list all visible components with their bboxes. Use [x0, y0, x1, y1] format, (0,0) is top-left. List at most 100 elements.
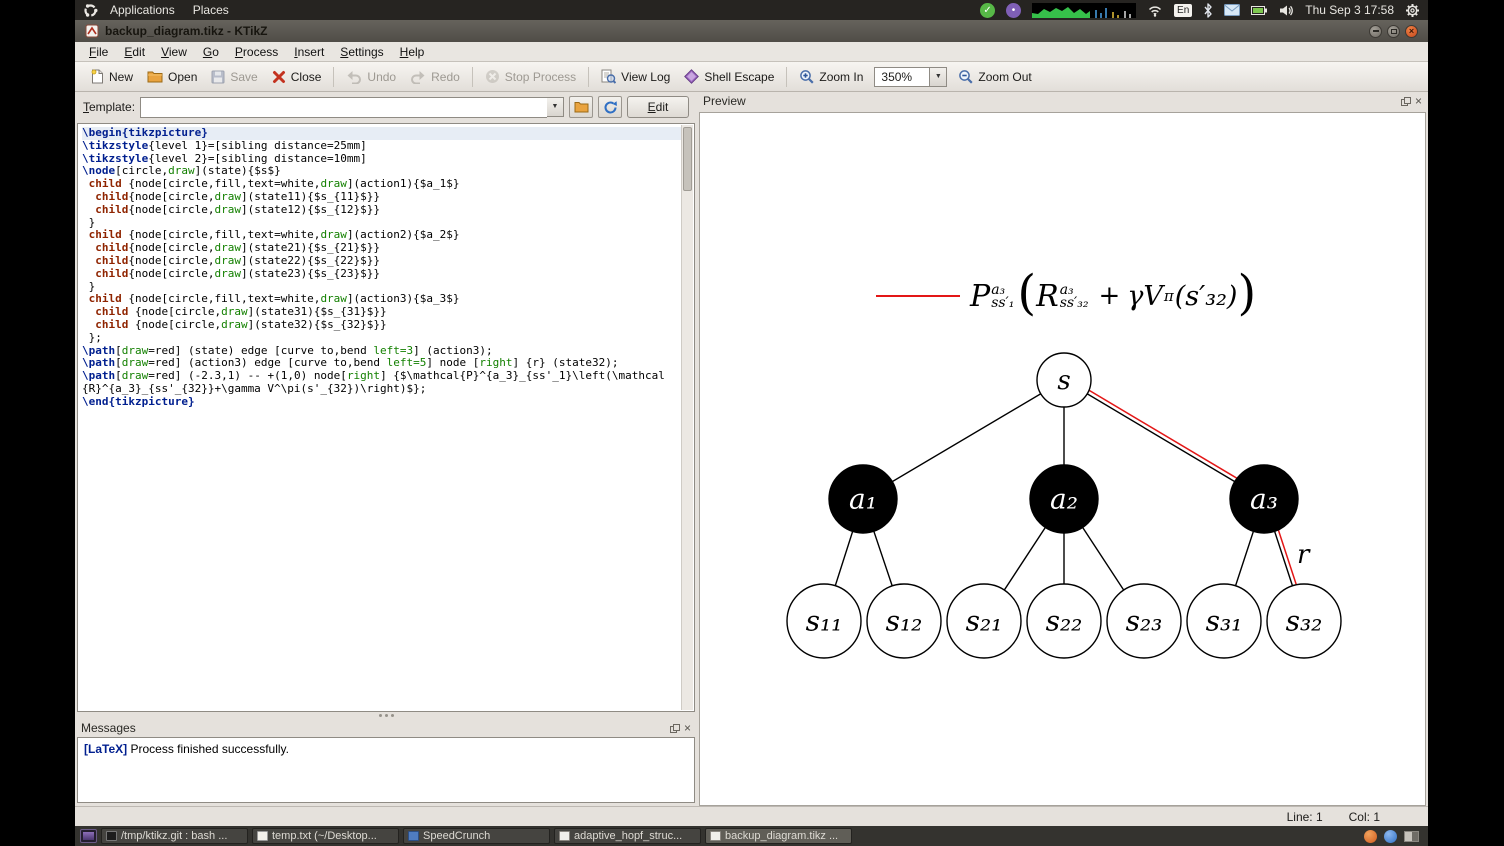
code-line: \end{tikzpicture} [82, 394, 195, 408]
taskbar-item[interactable]: backup_diagram.tikz ... [705, 828, 852, 844]
reward-edge-label: r [1297, 540, 1311, 570]
distributor-logo-icon[interactable] [83, 3, 98, 18]
toolbar-separator [588, 66, 590, 87]
code-editor[interactable]: \begin{tikzpicture} \tikzstyle{level 1}=[… [77, 123, 695, 712]
tray-update-icon[interactable] [1364, 829, 1377, 843]
new-button[interactable]: New [83, 66, 140, 87]
wifi-icon[interactable] [1147, 3, 1163, 17]
open-button[interactable]: Open [140, 67, 204, 87]
log-tag: [LaTeX] [84, 742, 128, 756]
panel-menu-applications[interactable]: Applications [102, 2, 183, 18]
editor-code[interactable]: \begin{tikzpicture} \tikzstyle{level 1}=[… [78, 125, 681, 710]
tree-node-label-a3: a₃ [1250, 483, 1278, 516]
template-combo[interactable]: ▼ [140, 96, 564, 118]
taskbar-item[interactable]: adaptive_hopf_struc... [554, 828, 701, 844]
menu-file[interactable]: File [81, 43, 116, 61]
template-combo-value[interactable] [140, 96, 547, 118]
shell-escape-icon [684, 69, 700, 84]
close-window-button[interactable]: × [1405, 24, 1418, 38]
status-line: Line: 1 [1286, 809, 1323, 824]
undo-button[interactable]: Undo [339, 67, 403, 87]
show-desktop-button[interactable] [80, 829, 97, 843]
mail-icon[interactable] [1224, 4, 1241, 16]
code-line: child{node[circle,draw](state12){$s_{12}… [95, 202, 381, 216]
stop-icon [485, 70, 499, 83]
text-icon [257, 831, 268, 841]
preview-header: Preview × [699, 92, 1426, 110]
taskbar-item-label: SpeedCrunch [423, 830, 491, 842]
maximize-button[interactable] [1387, 24, 1400, 38]
taskbar: /tmp/ktikz.git : bash ... temp.txt (~/Des… [75, 826, 1428, 846]
clock[interactable]: Thu Sep 3 17:58 [1305, 3, 1394, 17]
template-reload-button[interactable] [598, 96, 622, 118]
shell-escape-button[interactable]: Shell Escape [677, 66, 781, 87]
formula-arg: (s′₃₂) [1174, 280, 1238, 312]
messages-dock: Messages × [LaTeX] Process finished succ… [77, 719, 695, 803]
updates-ok-icon[interactable]: ✓ [980, 2, 996, 18]
taskbar-item[interactable]: temp.txt (~/Desktop... [252, 828, 399, 844]
undock-icon[interactable] [669, 723, 680, 733]
taskbar-item-label: temp.txt (~/Desktop... [272, 830, 377, 842]
editor-scrollbar-thumb[interactable] [683, 127, 692, 191]
menu-insert[interactable]: Insert [286, 43, 332, 61]
stop-process-button[interactable]: Stop Process [478, 66, 583, 87]
bluetooth-icon[interactable] [1203, 2, 1213, 18]
zoom-combo-arrow-icon[interactable]: ▼ [930, 66, 948, 87]
zoom-level-combo[interactable]: 350% ▼ [874, 66, 948, 87]
time-tracker-icon[interactable]: • [1006, 2, 1022, 18]
window-buttons: × [1369, 24, 1418, 38]
menu-process[interactable]: Process [227, 43, 286, 61]
editor-scrollbar[interactable] [681, 125, 693, 710]
redo-button[interactable]: Redo [403, 67, 467, 87]
template-combo-arrow-icon[interactable]: ▼ [547, 96, 564, 117]
menubar: File Edit View Go Process Insert Settings Help [75, 42, 1428, 62]
toolbar-separator [471, 66, 473, 87]
titlebar[interactable]: backup_diagram.tikz - KTikZ × [75, 20, 1428, 42]
panel-menu-places[interactable]: Places [185, 2, 237, 18]
close-dock-icon[interactable]: × [1415, 95, 1422, 107]
taskbar-item-label: /tmp/ktikz.git : bash ... [121, 830, 228, 842]
tray-app-icon[interactable] [1384, 829, 1397, 843]
tree-edge [1063, 379, 1265, 500]
volume-icon[interactable] [1279, 4, 1294, 17]
menu-help[interactable]: Help [392, 43, 433, 61]
preview-canvas: s a₁ a₂ a₃ s₁₁ s₁₂ s₂₁ s₂₂ s₂₃ s₃₁ s₃₂ r P a₃ ss′₁ (… [699, 112, 1426, 806]
stop-label: Stop Process [504, 69, 577, 84]
tree-node-label-s23: s₂₃ [1126, 605, 1163, 638]
close-x-icon [272, 70, 285, 83]
code-line: child{node[circle,draw](state23){$s_{23}… [95, 266, 381, 280]
save-button[interactable]: Save [204, 67, 264, 87]
close-dock-icon[interactable]: × [684, 722, 691, 734]
session-gear-icon[interactable] [1405, 3, 1420, 18]
workspace-pager[interactable] [1404, 830, 1419, 842]
taskbar-item[interactable]: /tmp/ktikz.git : bash ... [101, 828, 248, 844]
tree-node-label-s12: s₁₂ [886, 605, 923, 638]
zoom-in-icon [800, 70, 814, 84]
menu-view[interactable]: View [153, 43, 195, 61]
zoom-out-button[interactable]: Zoom Out [951, 66, 1038, 87]
system-monitor-applet[interactable] [1032, 2, 1137, 18]
status-col: Col: 1 [1348, 809, 1380, 824]
editor-messages-splitter[interactable] [77, 712, 695, 719]
close-file-button[interactable]: Close [265, 67, 329, 87]
zoom-in-button[interactable]: Zoom In [792, 66, 870, 87]
template-open-button[interactable] [569, 96, 593, 118]
view-log-button[interactable]: View Log [594, 66, 677, 87]
keyboard-layout-indicator[interactable]: En [1174, 3, 1193, 17]
minimize-button[interactable] [1369, 24, 1382, 38]
zoom-out-label: Zoom Out [978, 69, 1032, 84]
battery-icon[interactable] [1251, 4, 1268, 17]
undo-label: Undo [367, 69, 397, 84]
formula-lparen: ( [1017, 265, 1037, 321]
template-edit-button[interactable]: Edit [627, 96, 689, 118]
save-icon [211, 70, 225, 83]
taskbar-item[interactable]: SpeedCrunch [403, 828, 550, 844]
toolbar: New Open Save Close Undo Redo Stop Proce… [75, 62, 1428, 92]
app-icon [85, 24, 99, 38]
menu-go[interactable]: Go [195, 43, 227, 61]
undock-icon[interactable] [1400, 96, 1411, 106]
menu-edit[interactable]: Edit [116, 43, 153, 61]
menu-settings[interactable]: Settings [332, 43, 391, 61]
preview-title: Preview [703, 94, 746, 108]
code-line: \path[draw=red] (-2.3,1) -- +(1,0) node[… [82, 369, 665, 395]
